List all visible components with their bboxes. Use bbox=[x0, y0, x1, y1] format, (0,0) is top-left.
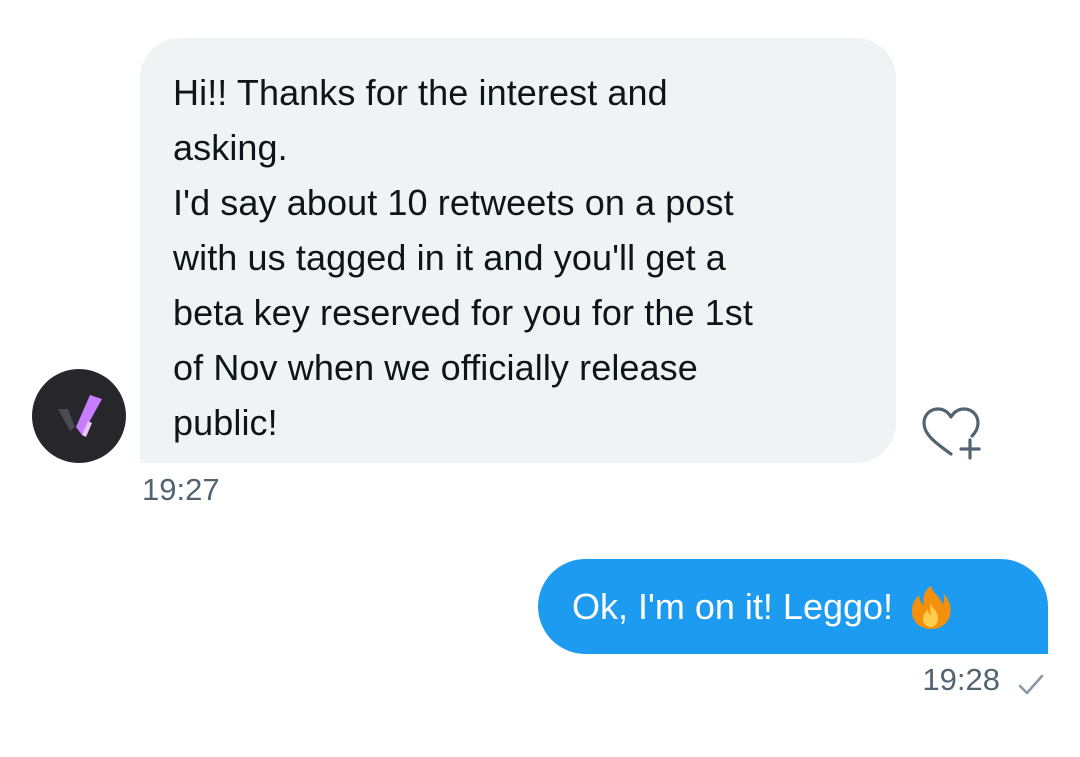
dm-thread: Hi!! Thanks for the interest and asking.… bbox=[0, 0, 1080, 757]
outgoing-message-bubble[interactable]: Ok, I'm on it! Leggo! bbox=[538, 559, 1048, 654]
fire-emoji-icon bbox=[907, 583, 955, 631]
incoming-message-bubble[interactable]: Hi!! Thanks for the interest and asking.… bbox=[140, 38, 896, 463]
outgoing-message-text: Ok, I'm on it! Leggo! bbox=[572, 585, 894, 627]
outgoing-message-timestamp: 19:28 bbox=[922, 662, 1000, 697]
brand-logo-icon bbox=[58, 395, 102, 437]
incoming-message-timestamp: 19:27 bbox=[142, 472, 220, 507]
add-reaction-button[interactable] bbox=[916, 404, 986, 464]
heart-plus-icon bbox=[922, 407, 981, 460]
sender-avatar[interactable] bbox=[32, 369, 126, 463]
sent-check-icon bbox=[1016, 670, 1046, 700]
incoming-message-text: Hi!! Thanks for the interest and asking.… bbox=[173, 72, 753, 443]
